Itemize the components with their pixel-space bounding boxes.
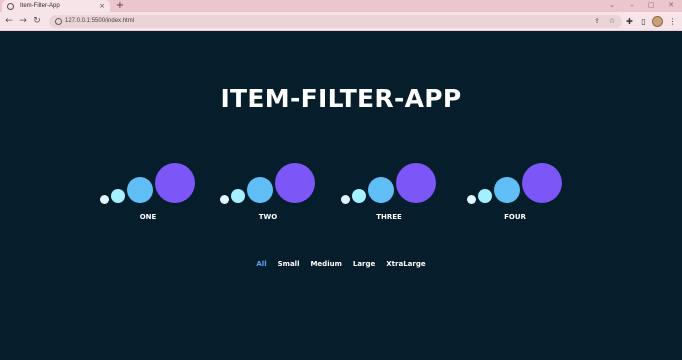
filter-xtralarge-button[interactable]: XtraLarge bbox=[386, 260, 425, 268]
browser-tab[interactable]: Item-Filter-App × bbox=[2, 0, 110, 12]
browser-tab-bar: Item-Filter-App × + ⌄ – ▢ ✕ bbox=[0, 0, 682, 12]
dot-large bbox=[522, 163, 562, 203]
filter-small-button[interactable]: Small bbox=[278, 260, 300, 268]
item-card-three: THREE bbox=[341, 162, 441, 224]
dot-extra-small bbox=[341, 195, 350, 204]
dot-small bbox=[478, 189, 492, 203]
avatar[interactable] bbox=[652, 16, 663, 27]
dot-large bbox=[275, 163, 315, 203]
dot-small bbox=[231, 189, 245, 203]
dot-large bbox=[396, 163, 436, 203]
item-card-four: FOUR bbox=[467, 162, 567, 224]
filter-bar: All Small Medium Large XtraLarge bbox=[0, 260, 682, 268]
dot-extra-small bbox=[467, 195, 476, 204]
filter-large-button[interactable]: Large bbox=[353, 260, 375, 268]
item-label: FOUR bbox=[504, 213, 526, 221]
url-text[interactable]: 127.0.0.1:5500/index.html bbox=[65, 15, 134, 28]
back-arrow-icon[interactable]: ← bbox=[3, 15, 15, 27]
tab-title: Item-Filter-App bbox=[20, 3, 60, 9]
close-window-icon[interactable]: ✕ bbox=[661, 0, 681, 12]
item-label: THREE bbox=[376, 213, 402, 221]
new-tab-button[interactable]: + bbox=[115, 0, 125, 12]
maximize-icon[interactable]: ▢ bbox=[641, 0, 661, 12]
forward-arrow-icon[interactable]: → bbox=[17, 15, 29, 27]
browser-toolbar: ← → ↻ 127.0.0.1:5500/index.html ⇪ ☆ ✚ ▯ … bbox=[0, 12, 682, 31]
filter-all-button[interactable]: All bbox=[256, 260, 266, 268]
dot-medium bbox=[127, 177, 153, 203]
dot-small bbox=[111, 189, 125, 203]
reload-icon[interactable]: ↻ bbox=[31, 15, 43, 27]
page-title: ITEM-FILTER-APP bbox=[220, 84, 462, 113]
minimize-icon[interactable]: – bbox=[622, 0, 642, 12]
kebab-menu-icon[interactable]: ⋮ bbox=[667, 16, 678, 27]
dot-small bbox=[352, 189, 366, 203]
dot-extra-small bbox=[100, 195, 109, 204]
dot-medium bbox=[494, 177, 520, 203]
dot-extra-small bbox=[220, 195, 229, 204]
star-icon[interactable]: ☆ bbox=[607, 15, 617, 28]
puzzle-icon[interactable]: ✚ bbox=[624, 16, 635, 27]
site-info-icon[interactable] bbox=[55, 18, 62, 25]
tab-close-button[interactable]: × bbox=[99, 2, 105, 10]
item-card-one: ONE bbox=[100, 162, 200, 224]
share-icon[interactable]: ⇪ bbox=[592, 15, 602, 28]
chevron-down-icon[interactable]: ⌄ bbox=[602, 0, 622, 12]
item-label: ONE bbox=[139, 213, 157, 221]
item-label: TWO bbox=[258, 213, 278, 221]
side-panel-icon[interactable]: ▯ bbox=[638, 16, 649, 27]
globe-icon bbox=[7, 2, 14, 10]
item-card-two: TWO bbox=[220, 162, 320, 224]
dot-medium bbox=[368, 177, 394, 203]
dot-medium bbox=[247, 177, 273, 203]
address-bar[interactable]: 127.0.0.1:5500/index.html ⇪ ☆ bbox=[49, 15, 622, 28]
dot-large bbox=[155, 163, 195, 203]
filter-medium-button[interactable]: Medium bbox=[310, 260, 341, 268]
